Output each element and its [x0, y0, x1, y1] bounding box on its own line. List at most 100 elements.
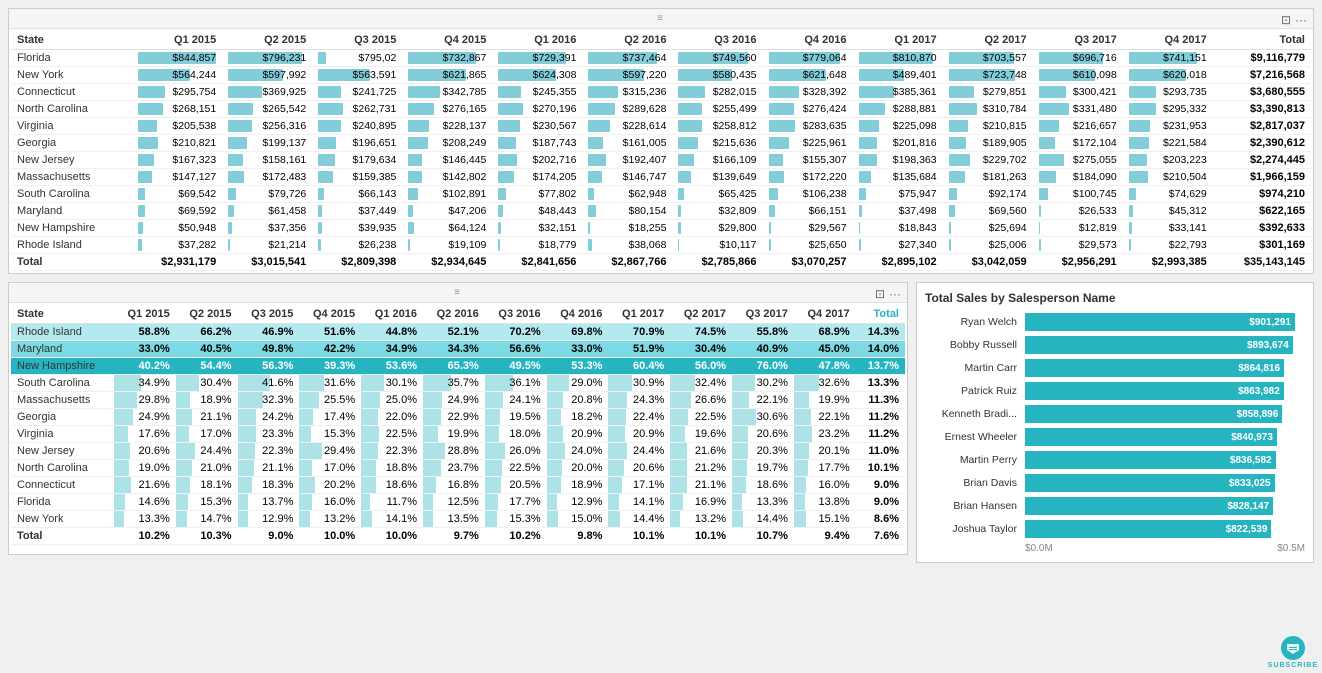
bottom-header-4: Q4 2015	[299, 305, 361, 324]
table-row: Maryland$69,592$61,458$37,449$47,206$48,…	[11, 203, 1311, 220]
bottom-cell-1-13: 14.0%	[856, 341, 905, 358]
bottom-table-header-row: StateQ1 2015Q2 2015Q3 2015Q4 2015Q1 2016…	[11, 305, 905, 324]
bottom-cell-0-0: Rhode Island	[11, 324, 114, 341]
top-cell-1-3: $563,591	[312, 67, 402, 84]
bottom-panel-drag-handle[interactable]: ≡	[9, 283, 907, 303]
bottom-header-12: Q4 2017	[794, 305, 856, 324]
top-cell-11-8: $25,650	[763, 237, 853, 254]
top-cell-11-13: $301,169	[1213, 237, 1311, 254]
subscribe-icon	[1279, 634, 1307, 662]
top-cell-4-6: $228,614	[582, 118, 672, 135]
top-header-11: Q3 2017	[1033, 31, 1123, 50]
top-cell-2-4: $342,785	[402, 84, 492, 101]
top-header-10: Q2 2017	[943, 31, 1033, 50]
total-cell-11: $2,956,291	[1033, 254, 1123, 271]
top-cell-3-10: $310,784	[943, 101, 1033, 118]
bottom-cell-11-4: 13.2%	[299, 511, 361, 528]
bottom-cell-1-3: 49.8%	[238, 341, 300, 358]
top-cell-5-10: $189,905	[943, 135, 1033, 152]
bottom-cell-9-6: 16.8%	[423, 477, 485, 494]
bottom-cell-3-12: 32.6%	[794, 375, 856, 392]
bottom-cell-1-5: 34.9%	[361, 341, 423, 358]
expand-icon[interactable]: ⊡	[1281, 13, 1291, 27]
expand-icon-2[interactable]: ⊡	[875, 287, 885, 301]
top-cell-11-11: $29,573	[1033, 237, 1123, 254]
bottom-cell-9-4: 20.2%	[299, 477, 361, 494]
bottom-cell-9-11: 18.6%	[732, 477, 794, 494]
bottom-cell-11-2: 14.7%	[176, 511, 238, 528]
top-cell-5-0: Georgia	[11, 135, 132, 152]
top-cell-8-6: $62,948	[582, 186, 672, 203]
bar-chart-bar: $901,291	[1025, 313, 1295, 331]
axis-min-label: $0.0M	[1025, 543, 1053, 554]
top-cell-4-10: $210,815	[943, 118, 1033, 135]
top-cell-2-5: $245,355	[492, 84, 582, 101]
bottom-cell-5-5: 22.0%	[361, 409, 423, 426]
drag-dots-icon: ≡	[657, 13, 665, 24]
bar-chart-value: $828,147	[1227, 501, 1269, 512]
top-cell-8-2: $79,726	[222, 186, 312, 203]
top-cell-0-12: $741,151	[1123, 50, 1213, 67]
top-cell-8-7: $65,425	[672, 186, 762, 203]
top-header-13: Total	[1213, 31, 1311, 50]
bottom-header-9: Q1 2017	[608, 305, 670, 324]
top-cell-10-4: $64,124	[402, 220, 492, 237]
total-cell-10: $3,042,059	[943, 254, 1033, 271]
top-cell-5-8: $225,961	[763, 135, 853, 152]
bottom-cell-8-4: 17.0%	[299, 460, 361, 477]
bottom-cell-2-3: 56.3%	[238, 358, 300, 375]
top-cell-3-4: $276,165	[402, 101, 492, 118]
bottom-cell-6-10: 19.6%	[670, 426, 732, 443]
bottom-cell-9-12: 16.0%	[794, 477, 856, 494]
top-panel-drag-handle[interactable]: ≡	[9, 9, 1313, 29]
subscribe-badge: SUBSCRIBE	[1268, 634, 1318, 669]
bottom-cell-1-8: 33.0%	[547, 341, 609, 358]
bottom-cell-10-12: 13.8%	[794, 494, 856, 511]
top-cell-2-2: $369,925	[222, 84, 312, 101]
table-row: Rhode Island58.8%66.2%46.9%51.6%44.8%52.…	[11, 324, 905, 341]
bottom-cell-9-9: 17.1%	[608, 477, 670, 494]
top-cell-11-5: $18,779	[492, 237, 582, 254]
top-cell-6-11: $275,055	[1033, 152, 1123, 169]
top-cell-2-12: $293,735	[1123, 84, 1213, 101]
bottom-cell-2-1: 40.2%	[114, 358, 176, 375]
bottom-cell-7-12: 20.1%	[794, 443, 856, 460]
top-cell-4-9: $225,098	[853, 118, 943, 135]
total-cell-13: $35,143,145	[1213, 254, 1311, 271]
top-cell-1-6: $597,220	[582, 67, 672, 84]
top-cell-0-5: $729,391	[492, 50, 582, 67]
top-cell-8-9: $75,947	[853, 186, 943, 203]
top-cell-5-11: $172,104	[1033, 135, 1123, 152]
top-cell-8-11: $100,745	[1033, 186, 1123, 203]
bottom-cell-10-0: Florida	[11, 494, 114, 511]
top-cell-6-0: New Jersey	[11, 152, 132, 169]
bar-chart-value: $863,982	[1238, 386, 1280, 397]
top-cell-2-1: $295,754	[132, 84, 222, 101]
top-cell-0-9: $810,870	[853, 50, 943, 67]
top-cell-3-5: $270,196	[492, 101, 582, 118]
bottom-cell-1-4: 42.2%	[299, 341, 361, 358]
chart-title: Total Sales by Salesperson Name	[925, 291, 1305, 305]
bottom-cell-6-6: 19.9%	[423, 426, 485, 443]
bar-chart-value: $858,896	[1237, 409, 1279, 420]
top-cell-10-0: New Hampshire	[11, 220, 132, 237]
bottom-cell-1-0: Maryland	[11, 341, 114, 358]
more-options-icon[interactable]: ···	[1295, 13, 1307, 27]
table-row: Massachusetts29.8%18.9%32.3%25.5%25.0%24…	[11, 392, 905, 409]
more-options-icon-2[interactable]: ···	[889, 287, 901, 301]
list-item: Patrick Ruiz$863,982	[925, 382, 1305, 400]
top-cell-8-3: $66,143	[312, 186, 402, 203]
top-cell-1-7: $580,435	[672, 67, 762, 84]
total-cell-12: $2,993,385	[1123, 254, 1213, 271]
top-cell-7-13: $1,966,159	[1213, 169, 1311, 186]
bottom-header-1: Q1 2015	[114, 305, 176, 324]
table-row: New Hampshire$50,948$37,356$39,935$64,12…	[11, 220, 1311, 237]
bottom-cell-5-11: 30.6%	[732, 409, 794, 426]
bottom-cell-4-12: 19.9%	[794, 392, 856, 409]
bottom-total-cell-3: 9.0%	[238, 528, 300, 545]
top-cell-7-5: $174,205	[492, 169, 582, 186]
bar-chart-person-label: Kenneth Bradi...	[925, 408, 1025, 420]
top-cell-0-7: $749,560	[672, 50, 762, 67]
top-cell-3-9: $288,881	[853, 101, 943, 118]
bar-chart-person-label: Martin Carr	[925, 362, 1025, 374]
